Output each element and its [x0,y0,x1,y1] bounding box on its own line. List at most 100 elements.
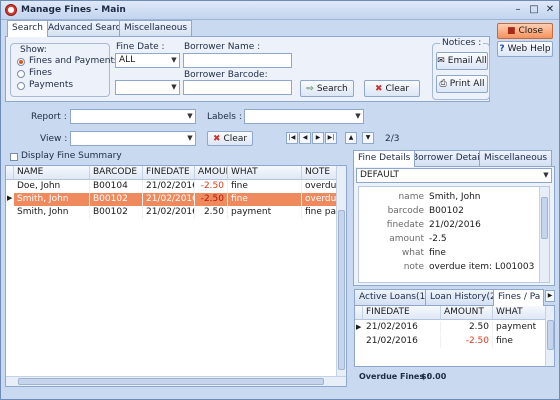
detail-key-name: name [398,192,424,202]
next-record-icon[interactable]: ▶ [312,132,324,144]
table-row[interactable]: ▶ 21/02/2016 2.50 payment [355,321,547,335]
view-clear-button[interactable]: ✖ Clear [207,131,253,146]
table-row[interactable]: Smith, John B00102 21/02/2016 2.50 payme… [6,206,338,219]
cell-finedate: 21/02/2016 [363,335,441,348]
grid-hscroll-thumb[interactable] [18,378,324,385]
chevron-down-icon: ▼ [171,83,177,91]
fines-grid[interactable]: NAME BARCODE FINEDATE AMOUNT WHAT NOTE D… [5,165,347,387]
print-all-button[interactable]: ⎙ Print All [436,75,488,93]
move-down-icon[interactable]: ▼ [362,132,374,144]
window-title: Manage Fines - Main [21,5,126,15]
notices-label: Notices : [440,38,484,48]
detail-key-finedate: finedate [386,220,424,230]
fines-grid-scroll-thumb[interactable] [547,320,554,350]
help-icon: ? [499,44,505,54]
fine-date-select-2[interactable]: ▼ [115,80,180,95]
col-header-barcode[interactable]: BARCODE [90,166,143,180]
clear-button[interactable]: ✖ Clear [364,80,420,97]
last-record-icon[interactable]: ▶| [325,132,337,144]
minimize-icon[interactable]: – [511,4,525,16]
grid-horizontal-scrollbar[interactable] [6,376,346,386]
detail-scrollbar[interactable] [539,187,549,282]
detail-layout-select[interactable]: DEFAULT ▼ [356,168,552,183]
detail-value-finedate: 21/02/2016 [429,220,481,230]
overdue-fines-value: $0.00 [421,372,447,381]
maximize-icon[interactable]: □ [527,4,541,16]
detail-layout-value: DEFAULT [360,170,399,180]
cell-note: fine pay [302,206,338,219]
fine-date-select[interactable]: ALL ▼ [115,53,180,68]
fine-details-panel: DEFAULT ▼ name Smith, John barcode B00102… [353,166,555,286]
labels-label: Labels : [207,112,242,122]
table-row[interactable]: Doe, John B00104 21/02/2016 -2.50 fine o… [6,180,338,193]
col-header-amount[interactable]: AMOUNT [195,166,228,180]
tab-detail-miscellaneous[interactable]: Miscellaneous [479,150,553,166]
tab-fines-payments[interactable]: Fines / Pa [493,289,544,306]
radio-payments[interactable] [17,82,25,90]
borrower-name-input[interactable] [183,53,292,68]
cell-note: overdue [302,180,338,193]
search-button[interactable]: ⇨ Search [300,80,354,97]
detail-key-note: note [403,262,424,272]
cell-what: payment [493,321,547,334]
tab-miscellaneous[interactable]: Miscellaneous [119,20,193,36]
grid-vertical-scrollbar[interactable] [336,166,346,376]
tab-search[interactable]: Search [7,20,48,37]
col-header-what[interactable]: WHAT [493,306,547,320]
close-window-icon[interactable]: ✕ [543,4,557,16]
col-header-note[interactable]: NOTE [302,166,338,180]
cell-what: payment [228,206,302,219]
col-header-what[interactable]: WHAT [228,166,302,180]
tab-scroll-right-icon[interactable]: ▶ [545,290,555,302]
cell-what: fine [228,193,302,206]
app-icon: ● [5,4,17,16]
col-header-finedate[interactable]: FINEDATE [143,166,195,180]
cell-amount: 2.50 [441,321,493,334]
cell-what: fine [493,335,547,348]
col-header-finedate[interactable]: FINEDATE [363,306,441,320]
display-summary-label: Display Fine Summary [21,151,122,161]
fines-grid-scrollbar[interactable] [545,306,554,366]
borrower-name-label: Borrower Name : [184,42,261,52]
first-record-icon[interactable]: |◀ [286,132,298,144]
web-help-button[interactable]: ? Web Help [497,41,553,57]
chevron-down-icon: ▼ [187,112,193,120]
cell-note: overdue [302,193,338,206]
fine-date-label: Fine Date : [116,42,165,52]
tab-active-loans[interactable]: Active Loans(1) [354,289,434,305]
col-header-name[interactable]: NAME [14,166,90,180]
report-select[interactable]: ▼ [70,109,196,124]
radio-fines-and-payments[interactable] [17,58,25,66]
borrower-fines-grid[interactable]: FINEDATE AMOUNT WHAT ▶ 21/02/2016 2.50 p… [354,305,555,367]
grid-vscroll-thumb[interactable] [338,210,345,370]
view-clear-label: Clear [223,133,248,144]
tab-fine-details[interactable]: Fine Details [353,150,416,167]
move-up-icon[interactable]: ▲ [345,132,357,144]
email-all-button[interactable]: ✉ Email All [436,52,488,70]
view-select[interactable]: ▼ [70,131,196,146]
cell-barcode: B00102 [90,206,143,219]
search-button-label: Search [316,83,348,94]
print-all-label: Print All [449,79,485,89]
detail-fields: name Smith, John barcode B00102 finedate… [358,186,550,283]
table-row-selected[interactable]: ▶ Smith, John B00102 21/02/2016 -2.50 fi… [6,193,338,206]
fine-date-value: ALL [119,55,136,65]
cell-amount: -2.50 [195,180,228,193]
search-icon: ⇨ [306,83,314,94]
printer-icon: ⎙ [439,79,447,89]
detail-scroll-thumb[interactable] [541,197,548,239]
labels-select[interactable]: ▼ [244,109,364,124]
prev-record-icon[interactable]: ◀ [299,132,311,144]
close-button[interactable]: ■ Close [497,23,553,39]
close-icon: ■ [506,26,516,36]
radio-fines[interactable] [17,70,25,78]
web-help-label: Web Help [507,44,551,54]
col-header-amount[interactable]: AMOUNT [441,306,493,320]
tab-advanced-search[interactable]: Advanced Search [43,20,132,36]
chevron-down-icon: ▼ [171,56,177,64]
display-summary-checkbox[interactable] [10,153,18,161]
table-row[interactable]: 21/02/2016 -2.50 fine [355,335,547,349]
detail-key-barcode: barcode [387,206,424,216]
borrower-barcode-input[interactable] [183,80,292,95]
borrower-barcode-label: Borrower Barcode: [184,70,268,80]
